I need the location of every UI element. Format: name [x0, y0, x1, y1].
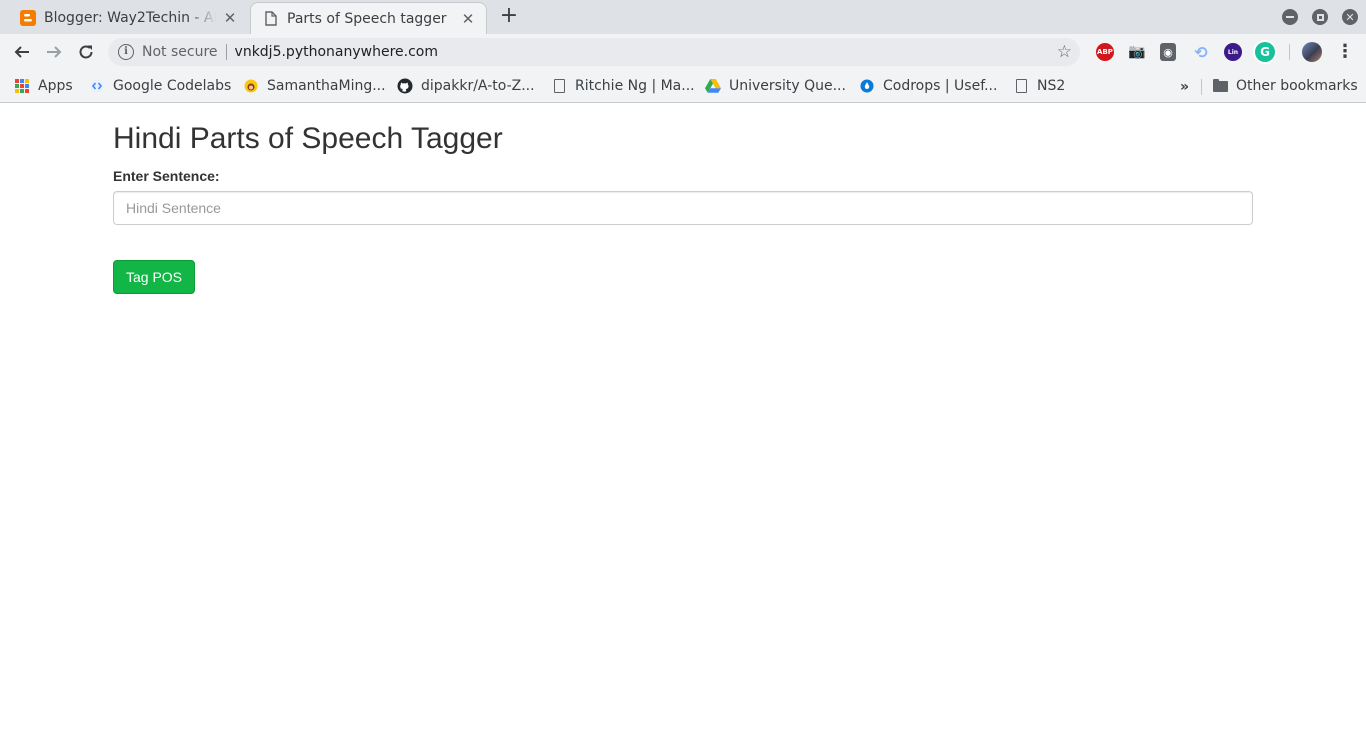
bookmark-apps[interactable]: Apps — [14, 75, 73, 97]
linkedin-learning-icon[interactable]: Lin — [1224, 43, 1242, 61]
forward-button[interactable] — [42, 41, 66, 63]
info-icon[interactable]: i — [118, 44, 134, 60]
hindi-sentence-input[interactable] — [113, 191, 1253, 225]
tag-pos-button[interactable]: Tag POS — [113, 260, 195, 294]
document-icon — [263, 11, 279, 27]
address-bar[interactable]: i Not secure vnkdj5.pythonanywhere.com ☆ — [108, 38, 1080, 66]
divider — [1201, 79, 1202, 95]
bookmark-ritchie-ng[interactable]: Ritchie Ng | Ma... — [551, 75, 695, 97]
tab-title: Parts of Speech tagger — [287, 10, 447, 27]
maximize-window-button[interactable] — [1312, 9, 1328, 25]
codrops-icon — [859, 78, 875, 94]
document-icon — [551, 78, 567, 94]
google-drive-icon — [705, 78, 721, 94]
bookmark-star-icon[interactable]: ☆ — [1057, 42, 1072, 62]
bookmark-codrops[interactable]: Codrops | Usef... — [859, 75, 997, 97]
minimize-icon — [1286, 16, 1294, 18]
bookmark-label: Codrops | Usef... — [883, 78, 998, 94]
reload-button[interactable] — [74, 41, 98, 63]
bookmark-google-codelabs[interactable]: Google Codelabs — [89, 75, 231, 97]
bookmark-university-questions[interactable]: University Que... — [705, 75, 846, 97]
bookmark-label: Google Codelabs — [113, 78, 232, 94]
bookmark-label: Other bookmarks — [1236, 78, 1358, 94]
bookmark-label: dipakkr/A-to-Z... — [421, 78, 535, 94]
bookmark-label: SamanthaMing... — [267, 78, 386, 94]
divider — [1289, 44, 1290, 60]
other-bookmarks-button[interactable]: Other bookmarks — [1212, 75, 1358, 97]
bookmarks-overflow-button[interactable]: » — [1180, 79, 1189, 95]
folder-icon — [1212, 78, 1228, 94]
bookmarks-bar: Apps Google Codelabs SamanthaMing... dip… — [0, 70, 1366, 103]
bookmark-samantha-ming[interactable]: SamanthaMing... — [243, 75, 386, 97]
bookmark-ns2[interactable]: NS2 — [1013, 75, 1065, 97]
close-window-button[interactable]: ✕ — [1342, 9, 1358, 25]
adblock-plus-icon[interactable]: ABP — [1096, 43, 1114, 61]
bookmark-label: University Que... — [729, 78, 846, 94]
maximize-icon — [1316, 13, 1324, 21]
tab-parts-of-speech[interactable]: Parts of Speech tagger ✕ — [250, 2, 487, 34]
bookmark-label: Ritchie Ng | Ma... — [575, 78, 695, 94]
arrow-left-icon — [14, 46, 29, 58]
blogger-icon — [20, 10, 36, 26]
menu-icon[interactable]: ⋮ — [1336, 41, 1354, 63]
bookmark-label: Apps — [38, 78, 73, 94]
camera-icon[interactable]: 📷 — [1128, 43, 1146, 61]
tab-blogger[interactable]: Blogger: Way2Techin - All ✕ — [0, 2, 248, 34]
github-icon — [397, 78, 413, 94]
link-icon[interactable]: ⟲ — [1192, 43, 1210, 62]
url-text[interactable]: vnkdj5.pythonanywhere.com — [235, 44, 1057, 60]
tab-title: Blogger: Way2Techin - All — [44, 10, 216, 26]
new-tab-button[interactable]: + — [498, 5, 520, 28]
apps-grid-icon — [14, 78, 30, 94]
close-icon: ✕ — [1345, 10, 1355, 24]
divider — [225, 44, 227, 60]
bulb-icon[interactable]: ◉ — [1160, 43, 1176, 61]
samantha-icon — [243, 78, 259, 94]
document-icon — [1013, 78, 1029, 94]
reload-icon — [79, 45, 93, 59]
sentence-label: Enter Sentence: — [113, 168, 220, 184]
page-content: Hindi Parts of Speech Tagger Enter Sente… — [0, 104, 1366, 741]
arrow-right-icon — [47, 46, 62, 58]
profile-avatar[interactable] — [1302, 42, 1322, 62]
bookmark-dipakkr[interactable]: dipakkr/A-to-Z... — [397, 75, 535, 97]
browser-toolbar: i Not secure vnkdj5.pythonanywhere.com ☆… — [0, 34, 1366, 70]
close-tab-icon[interactable]: ✕ — [222, 9, 238, 27]
security-status: Not secure — [142, 44, 218, 60]
minimize-window-button[interactable] — [1282, 9, 1298, 25]
back-button[interactable] — [10, 41, 34, 63]
bookmark-label: NS2 — [1037, 78, 1066, 94]
grammarly-icon[interactable]: G — [1255, 42, 1275, 62]
tab-strip: Blogger: Way2Techin - All ✕ Parts of Spe… — [0, 0, 1366, 34]
codelabs-icon — [89, 78, 105, 94]
close-tab-icon[interactable]: ✕ — [460, 10, 476, 28]
page-title: Hindi Parts of Speech Tagger — [113, 122, 503, 155]
